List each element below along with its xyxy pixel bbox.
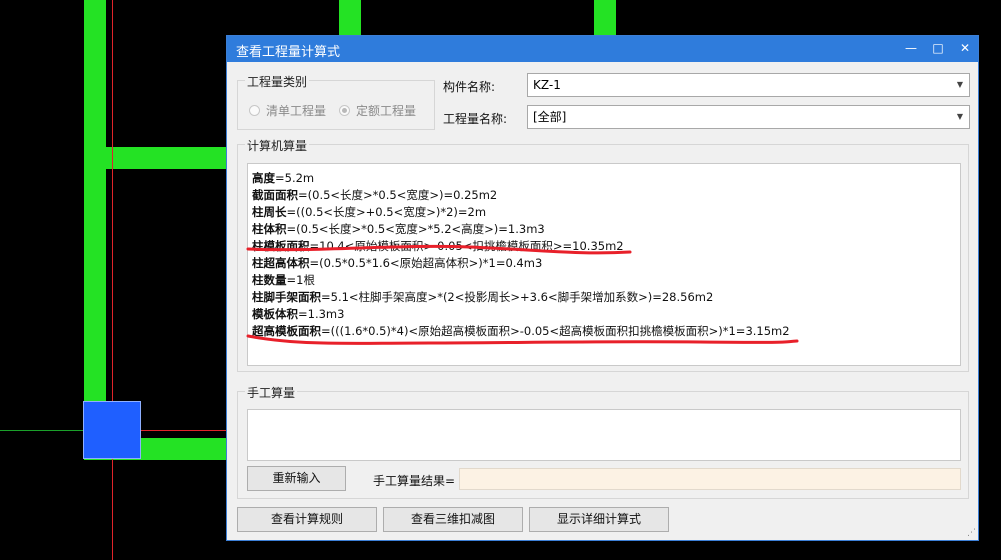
formula-expr: =5.1<柱脚手架高度>*(2<投影周长>+3.6<脚手架增加系数>)=28.5…: [321, 290, 714, 304]
cad-wall: [84, 147, 229, 169]
reenter-button[interactable]: 重新输入: [247, 466, 346, 491]
manual-result-field[interactable]: [459, 468, 961, 490]
formula-line: 高度=5.2m: [252, 170, 314, 186]
dropdown-caret-icon: ▼: [956, 80, 963, 89]
radio-label: 清单工程量: [266, 104, 327, 118]
dialog-title: 查看工程量计算式: [236, 45, 341, 60]
quantity-type-title: 工程量类别: [245, 73, 310, 90]
formula-expr: =1根: [286, 273, 315, 287]
formula-name: 柱脚手架面积: [252, 290, 321, 304]
dropdown-caret-icon: ▼: [956, 112, 963, 121]
formula-line: 模板体积=1.3m3: [252, 306, 344, 322]
formula-expr: =(((1.6*0.5)*4)<原始超高模板面积>-0.05<超高模板面积扣挑檐…: [321, 324, 790, 338]
formula-expr: =10.4<原始模板面积>-0.05<扣挑檐模板面积>=10.35m2: [309, 239, 624, 253]
formula-name: 柱体积: [252, 222, 287, 236]
cad-wall: [594, 0, 616, 35]
dialog-titlebar[interactable]: 查看工程量计算式 — □ ✕: [227, 36, 978, 62]
cad-axis-vertical: [112, 0, 113, 560]
cad-wall: [84, 0, 106, 460]
formula-expr: =5.2m: [275, 171, 315, 185]
formula-line: 柱脚手架面积=5.1<柱脚手架高度>*(2<投影周长>+3.6<脚手架增加系数>…: [252, 289, 713, 305]
cad-column[interactable]: [83, 401, 141, 459]
view-rules-button[interactable]: 查看计算规则: [237, 507, 377, 532]
component-name-combo[interactable]: KZ-1 ▼: [527, 73, 970, 97]
minimize-icon[interactable]: —: [903, 40, 919, 56]
formula-line: 柱超高体积=(0.5*0.5*1.6<原始超高体积>)*1=0.4m3: [252, 255, 542, 271]
manual-title: 手工算量: [245, 384, 298, 401]
formula-line: 柱数量=1根: [252, 272, 315, 288]
formula-name: 柱数量: [252, 273, 287, 287]
formula-line: 柱体积=(0.5<长度>*0.5<宽度>*5.2<高度>)=1.3m3: [252, 221, 545, 237]
quantity-name-combo[interactable]: [全部] ▼: [527, 105, 970, 129]
formula-line: 截面面积=(0.5<长度>*0.5<宽度>)=0.25m2: [252, 187, 497, 203]
formula-name: 柱周长: [252, 205, 287, 219]
radio-checked-icon: [339, 105, 350, 116]
manual-result-label: 手工算量结果=: [373, 474, 456, 488]
radio-label: 定额工程量: [356, 104, 417, 118]
formula-expr: =(0.5<长度>*0.5<宽度>*5.2<高度>)=1.3m3: [286, 222, 545, 236]
formula-expr: =((0.5<长度>+0.5<宽度>)*2)=2m: [286, 205, 487, 219]
formula-name: 截面面积: [252, 188, 298, 202]
maximize-icon[interactable]: □: [930, 40, 946, 56]
manual-formula-input[interactable]: [247, 409, 961, 461]
formula-line: 柱周长=((0.5<长度>+0.5<宽度>)*2)=2m: [252, 204, 486, 220]
cad-wall: [339, 0, 361, 35]
component-name-label: 构件名称:: [443, 80, 496, 94]
show-detail-formula-button[interactable]: 显示详细计算式: [529, 507, 669, 532]
formula-line: 超高模板面积=(((1.6*0.5)*4)<原始超高模板面积>-0.05<超高模…: [252, 323, 790, 339]
view-3d-deduction-button[interactable]: 查看三维扣减图: [383, 507, 523, 532]
formula-expr: =(0.5<长度>*0.5<宽度>)=0.25m2: [298, 188, 498, 202]
formula-name: 超高模板面积: [252, 324, 321, 338]
radio-quota-quantity[interactable]: 定额工程量: [339, 102, 416, 119]
radio-bill-quantity[interactable]: 清单工程量: [249, 102, 326, 119]
quantity-formula-dialog: 查看工程量计算式 — □ ✕ 工程量类别 清单工程量 定额工程量 构件名称: K…: [226, 35, 979, 541]
formula-name: 高度: [252, 171, 275, 185]
formula-line: 柱模板面积=10.4<原始模板面积>-0.05<扣挑檐模板面积>=10.35m2: [252, 238, 624, 254]
formula-expr: =1.3m3: [298, 307, 345, 321]
computed-title: 计算机算量: [245, 137, 310, 154]
radio-icon: [249, 105, 260, 116]
formula-name: 柱模板面积: [252, 239, 310, 253]
formula-expr: =(0.5*0.5*1.6<原始超高体积>)*1=0.4m3: [309, 256, 543, 270]
cad-grid-line: [0, 430, 84, 431]
close-icon[interactable]: ✕: [957, 40, 973, 56]
formula-name: 柱超高体积: [252, 256, 310, 270]
combo-value: KZ-1: [533, 78, 561, 92]
resize-grip-icon[interactable]: ⋰: [967, 528, 976, 538]
formula-name: 模板体积: [252, 307, 298, 321]
quantity-name-label: 工程量名称:: [443, 112, 508, 126]
combo-value: [全部]: [533, 110, 567, 124]
computed-formula-text[interactable]: 高度=5.2m 截面面积=(0.5<长度>*0.5<宽度>)=0.25m2 柱周…: [247, 163, 961, 366]
